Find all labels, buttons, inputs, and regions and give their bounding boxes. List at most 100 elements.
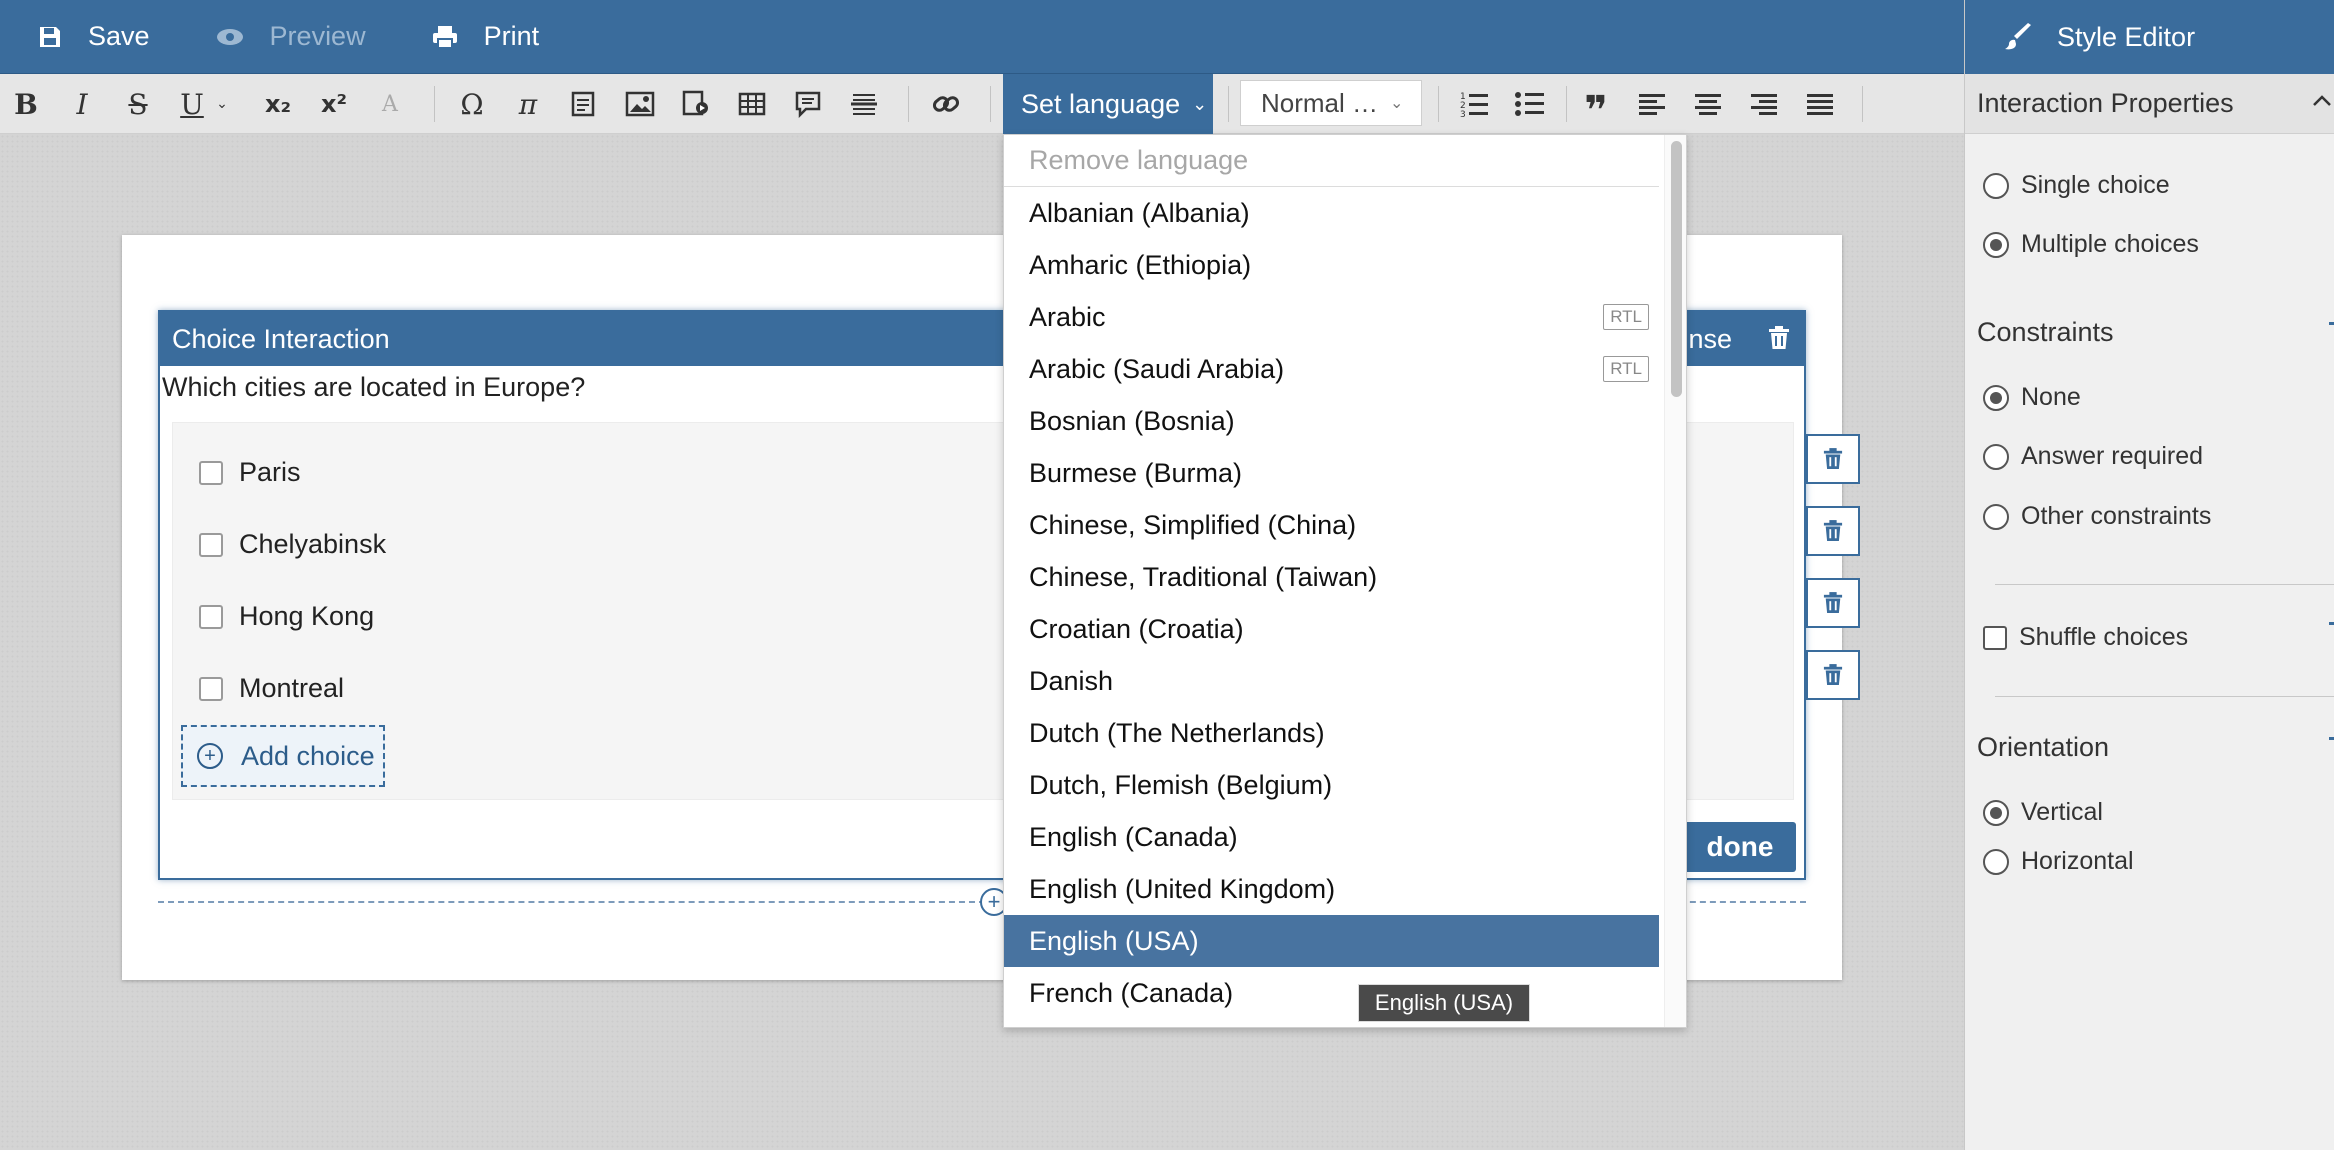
print-button[interactable]: Print: [394, 0, 568, 74]
delete-choice-trash-icon[interactable]: [1806, 578, 1860, 628]
format-select[interactable]: Normal … ⌄: [1240, 80, 1422, 126]
divider: [1995, 696, 2334, 697]
constraints-label: Constraints: [1977, 317, 2114, 347]
add-choice-button[interactable]: + Add choice: [181, 725, 385, 787]
radio-button[interactable]: [1983, 503, 2009, 530]
radio-label: Answer required: [2021, 442, 2204, 470]
choice-item[interactable]: Chelyabinsk: [199, 529, 386, 560]
dropdown-scrollbar[interactable]: [1664, 135, 1686, 1027]
radio-label: Single choice: [2021, 171, 2170, 199]
section-marker: [2329, 737, 2334, 740]
math-pi-icon[interactable]: π: [506, 84, 550, 124]
style-editor-header[interactable]: Style Editor: [1965, 0, 2334, 74]
choice-item[interactable]: Paris: [199, 457, 301, 488]
multiple-choices-radio[interactable]: Multiple choices: [1983, 230, 2199, 259]
language-option[interactable]: Albanian (Albania): [1004, 187, 1659, 239]
checkbox-label: Shuffle choices: [2019, 623, 2189, 651]
language-option-selected[interactable]: English (USA): [1004, 915, 1659, 967]
underline-options-chevron-icon[interactable]: ⌄: [210, 84, 234, 124]
language-option-label: Arabic: [1029, 301, 1106, 332]
orientation-vertical-radio[interactable]: Vertical: [1983, 798, 2103, 827]
choice-item[interactable]: Hong Kong: [199, 601, 374, 632]
language-option[interactable]: Burmese (Burma): [1004, 447, 1659, 499]
preview-button[interactable]: Preview: [178, 0, 394, 74]
language-option[interactable]: Chinese, Traditional (Taiwan): [1004, 551, 1659, 603]
toolbar-separator: [1566, 86, 1567, 122]
language-option[interactable]: English (Canada): [1004, 811, 1659, 863]
plus-circle-icon: +: [197, 743, 223, 769]
checkbox[interactable]: [1983, 625, 2007, 650]
constraint-other-radio[interactable]: Other constraints: [1983, 502, 2211, 531]
choice-checkbox[interactable]: [199, 532, 223, 557]
trash-icon[interactable]: [1768, 326, 1790, 357]
delete-choice-trash-icon[interactable]: [1806, 434, 1860, 484]
scrollbar-thumb[interactable]: [1671, 141, 1682, 397]
tooltip-comment-icon[interactable]: [786, 84, 830, 124]
shared-stimulus-icon[interactable]: [562, 84, 606, 124]
align-justify-icon[interactable]: [1798, 84, 1842, 124]
choice-item[interactable]: Montreal: [199, 673, 344, 704]
language-option[interactable]: Chinese, Simplified (China): [1004, 499, 1659, 551]
choice-label: Chelyabinsk: [239, 529, 387, 559]
preview-label: Preview: [269, 21, 366, 51]
shuffle-choices-checkbox[interactable]: Shuffle choices: [1983, 623, 2188, 652]
constraint-none-radio[interactable]: None: [1983, 383, 2081, 412]
align-center-icon[interactable]: [1686, 84, 1730, 124]
language-option[interactable]: Bosnian (Bosnia): [1004, 395, 1659, 447]
orientation-horizontal-radio[interactable]: Horizontal: [1983, 847, 2134, 876]
subscript-icon[interactable]: x₂: [256, 84, 300, 124]
language-option[interactable]: Danish: [1004, 655, 1659, 707]
delete-choice-trash-icon[interactable]: [1806, 650, 1860, 700]
align-right-icon[interactable]: [1742, 84, 1786, 124]
remove-language-option[interactable]: Remove language: [1004, 135, 1659, 187]
format-select-value: Normal …: [1261, 87, 1379, 118]
done-button[interactable]: done: [1684, 822, 1796, 872]
text-style-disabled-icon: A: [382, 91, 398, 117]
set-language-button[interactable]: Set language ⌄: [1003, 74, 1213, 134]
italic-icon[interactable]: I: [60, 84, 104, 124]
radio-label: Horizontal: [2021, 847, 2134, 875]
blockquote-icon[interactable]: ❞: [1574, 84, 1618, 134]
choice-checkbox[interactable]: [199, 460, 223, 485]
special-character-icon[interactable]: Ω: [450, 84, 494, 124]
radio-button[interactable]: [1983, 172, 2009, 199]
toolbar-separator: [1438, 86, 1439, 122]
image-icon[interactable]: [618, 84, 662, 124]
interaction-properties-section[interactable]: Interaction Properties: [1965, 74, 2334, 134]
bullet-list-icon[interactable]: [1508, 84, 1552, 124]
link-icon[interactable]: [924, 84, 968, 124]
single-choice-radio[interactable]: Single choice: [1983, 171, 2170, 200]
radio-button[interactable]: [1983, 443, 2009, 470]
save-button[interactable]: Save: [0, 0, 178, 74]
toolbar-separator: [990, 86, 991, 122]
horizontal-line-icon[interactable]: [842, 84, 886, 124]
language-option[interactable]: Arabic (Saudi Arabia) RTL: [1004, 343, 1659, 395]
language-option[interactable]: Croatian (Croatia): [1004, 603, 1659, 655]
language-option[interactable]: English (United Kingdom): [1004, 863, 1659, 915]
delete-choice-trash-icon[interactable]: [1806, 506, 1860, 556]
response-tab-label[interactable]: nse: [1688, 324, 1732, 355]
print-label: Print: [483, 21, 540, 51]
language-option[interactable]: Dutch, Flemish (Belgium): [1004, 759, 1659, 811]
radio-button-selected[interactable]: [1983, 799, 2009, 826]
choice-label: Montreal: [239, 673, 345, 703]
align-left-icon[interactable]: [1630, 84, 1674, 124]
language-option[interactable]: French (Canada): [1004, 967, 1659, 1019]
constraint-answer-required-radio[interactable]: Answer required: [1983, 442, 2203, 471]
choice-checkbox[interactable]: [199, 604, 223, 629]
table-icon[interactable]: [730, 84, 774, 124]
bold-icon[interactable]: B: [4, 84, 48, 124]
choice-checkbox[interactable]: [199, 676, 223, 701]
language-option[interactable]: Arabic RTL: [1004, 291, 1659, 343]
strikethrough-icon[interactable]: S: [116, 84, 160, 124]
media-icon[interactable]: [674, 84, 718, 124]
underline-icon[interactable]: U: [170, 84, 214, 124]
language-option[interactable]: Amharic (Ethiopia): [1004, 239, 1659, 291]
superscript-icon[interactable]: x²: [312, 84, 356, 124]
radio-button-selected[interactable]: [1983, 231, 2009, 258]
radio-button-selected[interactable]: [1983, 384, 2009, 411]
numbered-list-icon[interactable]: 123: [1452, 84, 1496, 124]
language-option[interactable]: Dutch (The Netherlands): [1004, 707, 1659, 759]
toolbar-separator: [1862, 86, 1863, 122]
radio-button[interactable]: [1983, 848, 2009, 875]
